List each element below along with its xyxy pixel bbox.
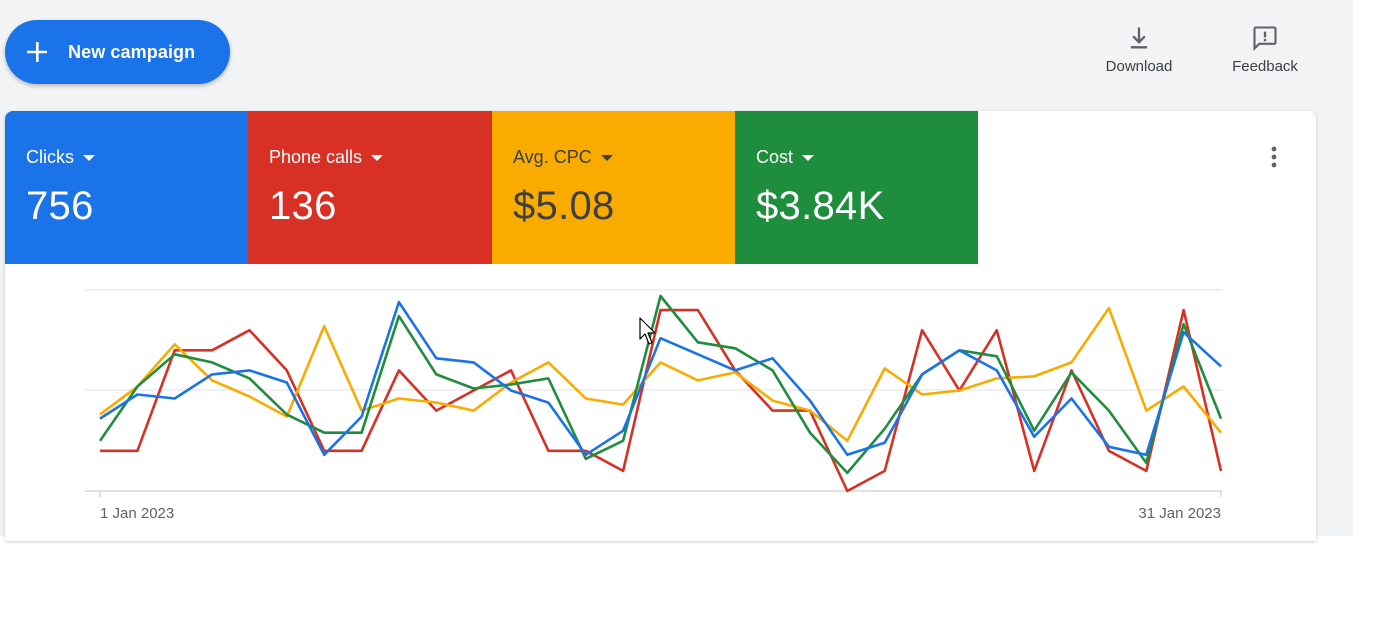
download-button[interactable]: Download: [1089, 24, 1189, 84]
new-campaign-button[interactable]: New campaign: [5, 20, 230, 84]
performance-line-chart: 1 Jan 2023 31 Jan 2023: [85, 289, 1223, 522]
x-tick-label-end: 31 Jan 2023: [1138, 505, 1221, 522]
download-icon: [1130, 27, 1148, 49]
feedback-label: Feedback: [1232, 58, 1298, 75]
mouse-cursor-icon: [639, 317, 656, 345]
feedback-icon: [1253, 26, 1277, 52]
series-line-clicks: [99, 300, 1222, 457]
series-line-cost: [98, 294, 1223, 475]
series-layer: [98, 294, 1223, 493]
plus-icon: [27, 42, 47, 62]
new-campaign-label: New campaign: [68, 41, 196, 62]
download-label: Download: [1105, 58, 1173, 75]
feedback-button[interactable]: Feedback: [1215, 24, 1315, 84]
x-tick-label-start: 1 Jan 2023: [100, 505, 174, 522]
performance-card: Clicks 756 Phone calls 136 Avg. CPC $5.0…: [5, 111, 1316, 541]
